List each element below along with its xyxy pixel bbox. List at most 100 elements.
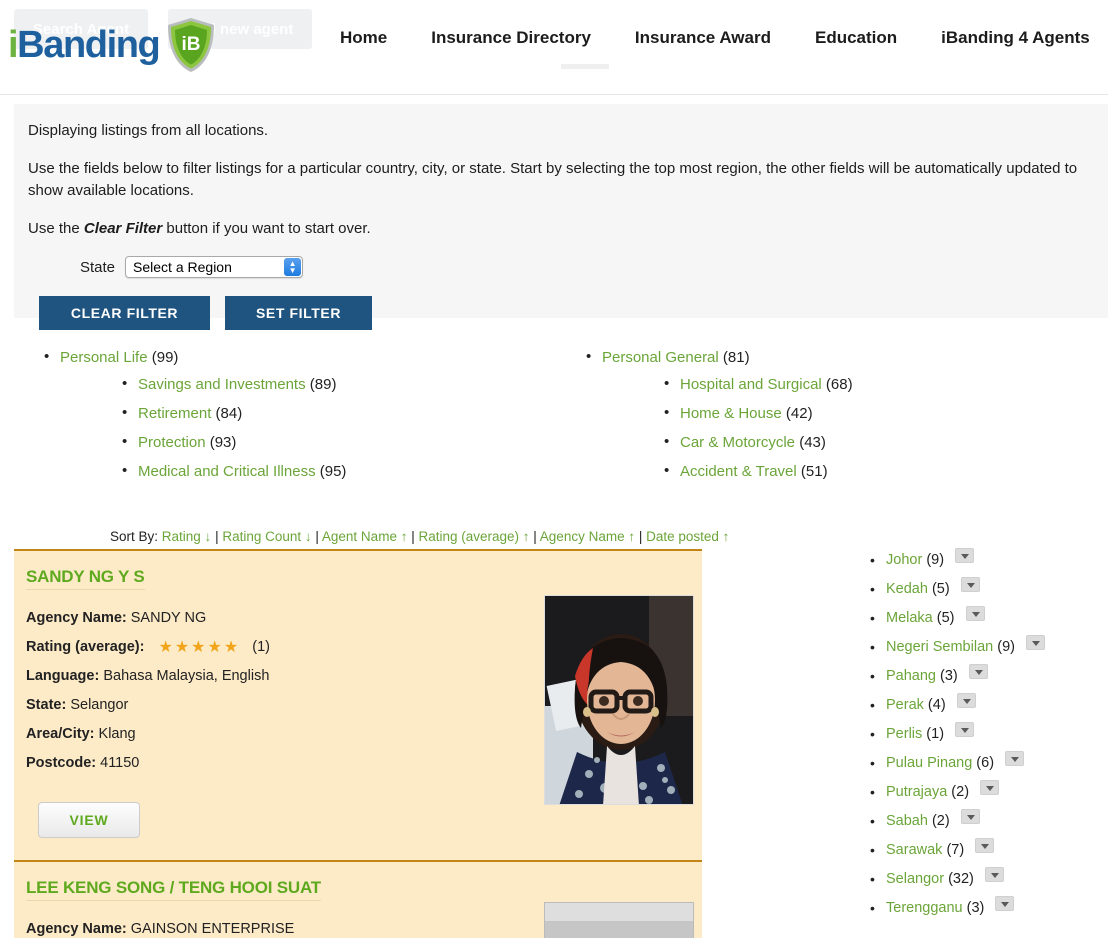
state-link-perak[interactable]: Perak [886,697,924,713]
chevron-down-icon[interactable] [960,577,980,592]
chevron-down-icon[interactable] [1026,635,1045,650]
state-list-item-perlis: Perlis (1) [862,720,1102,749]
state-link-pahang[interactable]: Pahang [886,668,936,684]
clear-hint-bold: Clear Filter [83,220,163,237]
clear-hint-pre: Use the [28,220,84,237]
category-link-car-and-motorcycle[interactable]: Car & Motorcycle [680,434,795,451]
state-list-item-pulau-pinang: Pulau Pinang (6) [862,749,1102,778]
agent-name-link[interactable]: SANDY NG Y S [26,567,145,590]
chevron-down-icon[interactable] [968,664,988,679]
category-personal-general: Personal General (81) [576,345,853,370]
nav-active-underline [561,64,609,69]
sort-option-date-posted[interactable]: Date posted ↑ [646,529,729,544]
chevron-down-icon[interactable] [956,693,976,708]
sort-option-agency-name[interactable]: Agency Name ↑ [540,529,635,544]
chevron-down-icon[interactable] [955,722,975,737]
state-select[interactable]: Select a Region ▲ ▼ [125,256,304,278]
chevron-down-icon[interactable] [984,867,1004,882]
state-link-putrajaya[interactable]: Putrajaya [886,784,947,800]
category-link-savings-and-investments[interactable]: Savings and Investments [138,376,306,393]
logo-letter-i: i [8,24,19,66]
category-link-personal-life[interactable]: Personal Life [60,349,148,366]
state-link-kedah[interactable]: Kedah [886,581,928,597]
agent-state-value: Selangor [70,697,129,713]
state-link-selangor[interactable]: Selangor [886,871,944,887]
category-link-personal-general[interactable]: Personal General [602,349,719,366]
state-count-sarawak: (7) [946,842,965,858]
sort-option-rating[interactable]: Rating ↓ [162,529,212,544]
state-list-item-pahang: Pahang (3) [862,662,1102,691]
state-list-item-kedah: Kedah (5) [862,575,1102,604]
state-link-pulau-pinang[interactable]: Pulau Pinang [886,755,972,771]
agent-card: SANDY NG Y S Agency Name: SANDY NG Ratin… [14,549,702,860]
state-count-sabah: (2) [931,813,950,829]
category-count-home-and-house: (42) [785,405,813,422]
state-list-item-sarawak: Sarawak (7) [862,836,1102,865]
sort-by-label: Sort By: [110,529,159,544]
state-count-negeri-sembilan: (9) [997,639,1015,655]
state-count-selangor: (32) [948,871,974,887]
postcode-value: 41150 [100,755,140,771]
filter-clear-hint: Use the Clear Filter button if you want … [28,218,1094,240]
nav-item-insurance-directory[interactable]: Insurance Directory [409,27,613,49]
state-count-perlis: (1) [926,726,945,742]
agency-name-label: Agency Name: [26,610,127,626]
chevron-down-icon[interactable] [1005,751,1025,766]
state-link-sarawak[interactable]: Sarawak [886,842,942,858]
site-header: Search Agent Add new agent iBanding iB H… [0,0,1108,95]
category-medical-and-critical-illness: Medical and Critical Illness (95) [34,456,347,486]
sort-option-agent-name[interactable]: Agent Name ↑ [322,529,408,544]
agent-photo [544,595,694,805]
agent-name-link[interactable]: LEE KENG SONG / TENG HOOI SUAT [26,878,321,901]
ibanding-logo[interactable]: iBanding iB [8,16,217,74]
category-personal-life: Personal Life (99) [34,345,346,370]
nav-item-education[interactable]: Education [793,27,919,49]
agent-card: LEE KENG SONG / TENG HOOI SUAT Agency Na… [14,860,702,938]
state-list-item-sabah: Sabah (2) [862,807,1102,836]
agent-listing-area[interactable]: SANDY NG Y S Agency Name: SANDY NG Ratin… [14,549,702,938]
category-link-hospital-and-surgical[interactable]: Hospital and Surgical [680,376,822,393]
state-filter-row: State Select a Region ▲ ▼ [80,256,1094,278]
state-link-sabah[interactable]: Sabah [886,813,928,829]
state-link-melaka[interactable]: Melaka [886,610,933,626]
nav-item-insurance-award[interactable]: Insurance Award [613,27,793,49]
state-count-johor: (9) [926,552,945,568]
category-link-retirement[interactable]: Retirement [138,405,211,422]
category-link-accident-and-travel[interactable]: Accident & Travel [680,463,797,480]
category-link-home-and-house[interactable]: Home & House [680,405,782,422]
state-link-terengganu[interactable]: Terengganu [886,900,963,916]
chevron-down-icon[interactable] [965,606,985,621]
personal-general-list: Personal General (81) Hospital and Surgi… [576,345,853,486]
postcode-label: Postcode: [26,755,97,771]
state-count-pahang: (3) [940,668,958,684]
sort-option-rating-count[interactable]: Rating Count ↓ [222,529,311,544]
chevron-down-icon[interactable] [975,838,995,853]
chevron-down-icon[interactable] [955,548,975,563]
category-count-hospital-and-surgical: (68) [825,376,853,393]
set-filter-button[interactable]: SET FILTER [225,296,372,330]
rating-average-label: Rating (average): [26,639,145,655]
main-navigation: Home Insurance Directory Insurance Award… [340,27,1108,49]
state-link-negeri-sembilan[interactable]: Negeri Sembilan [886,639,993,655]
state-link-johor[interactable]: Johor [886,552,922,568]
state-select-value: Select a Region [133,259,232,275]
clear-filter-button[interactable]: CLEAR FILTER [39,296,210,330]
category-count-medical-and-critical-illness: (95) [319,463,347,480]
state-filter-list: Johor (9) Kedah (5) Melaka (5) Negeri Se… [862,546,1102,923]
nav-item-home[interactable]: Home [340,27,409,49]
agent-state-label: State: [26,697,67,713]
chevron-down-icon[interactable] [960,809,980,824]
category-link-medical-and-critical-illness[interactable]: Medical and Critical Illness [138,463,316,480]
category-link-protection[interactable]: Protection [138,434,206,451]
state-count-kedah: (5) [931,581,950,597]
view-agent-button[interactable]: VIEW [38,802,140,838]
chevron-down-icon[interactable] [995,896,1015,911]
chevron-down-icon[interactable] [980,780,1000,795]
nav-item-ibanding-4-agents[interactable]: iBanding 4 Agents [919,27,1108,49]
chevron-updown-icon: ▲ ▼ [284,258,302,276]
state-list-item-johor: Johor (9) [862,546,1102,575]
state-link-perlis[interactable]: Perlis [886,726,922,742]
category-column-personal-general: Personal General (81) Hospital and Surgi… [576,345,853,486]
state-count-terengganu: (3) [966,900,985,916]
sort-option-rating-average[interactable]: Rating (average) ↑ [418,529,529,544]
